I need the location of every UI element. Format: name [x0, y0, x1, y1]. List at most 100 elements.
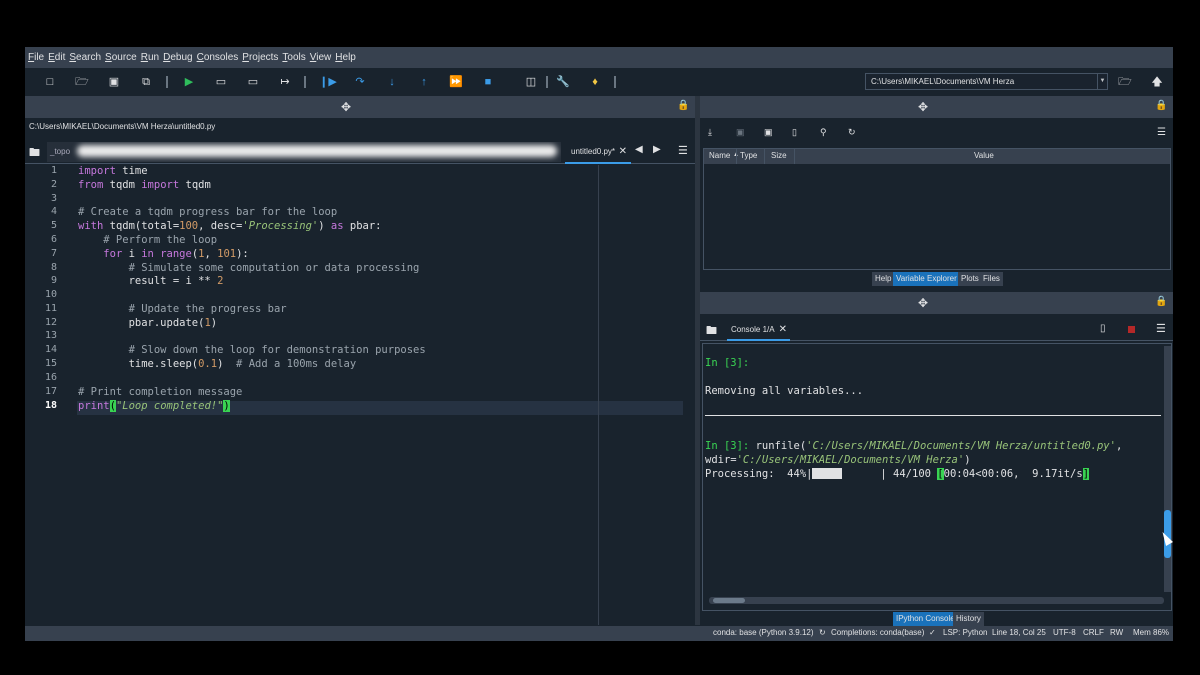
main-toolbar: □ 🗁 ▣ ⧉ ▶ ▭ ▭ ↦ ❙▶ ↷ ↓ ↑ ⏩ ■ ◫ 🔧 ♦ C:\Us…: [25, 68, 1173, 96]
editor-file-path: C:\Users\MIKAEL\Documents\VM Herza\untit…: [25, 118, 695, 136]
refresh-icon[interactable]: ↻: [848, 127, 856, 138]
browse-directory-icon[interactable]: 🗁: [1118, 75, 1132, 89]
open-file-icon[interactable]: 🗁: [75, 75, 89, 89]
menu-tools[interactable]: Tools: [282, 52, 305, 63]
menu-consoles[interactable]: Consoles: [197, 52, 239, 63]
code-text: tqdm: [103, 179, 142, 191]
continue-icon[interactable]: ⏩: [449, 75, 463, 89]
import-data-icon[interactable]: ⤓: [708, 127, 712, 138]
code-editor[interactable]: 1 2 3 4 5 6 7 8 9 10 11 12 13 14 15 16 1…: [25, 165, 695, 625]
code-line-5: with tqdm(total=100, desc='Processing') …: [78, 220, 382, 232]
run-selection-icon[interactable]: ↦: [278, 75, 292, 89]
browse-tabs-icon[interactable]: 🖿: [706, 322, 717, 341]
variable-table-header: Name ▲ Type Size Value: [704, 149, 1170, 164]
new-file-icon[interactable]: □: [43, 75, 57, 89]
code-line-1: import time: [78, 165, 148, 177]
step-return-icon[interactable]: ↑: [417, 75, 431, 89]
hamburger-menu-icon[interactable]: ☰: [678, 144, 688, 157]
tab-label: untitled0.py*: [571, 147, 616, 156]
column-name[interactable]: Name: [709, 151, 730, 160]
close-icon[interactable]: ✕: [779, 320, 787, 340]
tab-help[interactable]: Help: [872, 272, 895, 286]
run-cell-advance-icon[interactable]: ▭: [246, 75, 260, 89]
line-number: 8: [50, 262, 57, 273]
tab-scroll-left-icon[interactable]: ◀: [635, 144, 643, 155]
console-input-line: In [3]: runfile('C:/Users/MIKAEL/Documen…: [705, 440, 1122, 452]
code-text: ): [217, 358, 237, 370]
python-path-icon[interactable]: ♦: [588, 75, 602, 89]
move-pane-icon[interactable]: ✥: [918, 296, 928, 310]
lock-icon[interactable]: 🔒: [1155, 100, 1167, 111]
search-icon[interactable]: ⚲: [820, 127, 827, 138]
stop-kernel-icon[interactable]: [1128, 326, 1135, 333]
line-number: 2: [50, 179, 57, 190]
tab-console-1a[interactable]: Console 1/A ✕: [727, 320, 790, 341]
line-number: 11: [44, 303, 57, 314]
menu-help[interactable]: Help: [335, 52, 356, 63]
tab-scroll-right-icon[interactable]: ▶: [653, 144, 661, 155]
status-eol: CRLF: [1083, 628, 1104, 637]
chevron-down-icon[interactable]: ▼: [1097, 74, 1107, 89]
menu-projects[interactable]: Projects: [242, 52, 278, 63]
menu-run[interactable]: Run: [141, 52, 159, 63]
menu-file[interactable]: File: [28, 52, 44, 63]
menu-edit[interactable]: Edit: [48, 52, 65, 63]
run-icon[interactable]: ▶: [182, 75, 196, 89]
line-number: 12: [44, 317, 57, 328]
scrollbar-thumb[interactable]: [713, 598, 745, 603]
column-size[interactable]: Size: [771, 151, 787, 160]
step-over-icon[interactable]: ↷: [353, 75, 367, 89]
redaction-blur: [77, 145, 557, 157]
tab-ipython-console[interactable]: IPython Console: [893, 612, 958, 626]
tab-untitled0[interactable]: untitled0.py* ✕: [565, 142, 631, 164]
debug-icon[interactable]: ❙▶: [319, 75, 337, 89]
working-directory-combo[interactable]: C:\Users\MIKAEL\Documents\VM Herza ▼: [865, 73, 1108, 90]
code-text: tqdm(total=: [103, 220, 180, 232]
column-value[interactable]: Value: [974, 151, 994, 160]
lock-icon[interactable]: 🔒: [1155, 296, 1167, 307]
console-horizontal-scrollbar[interactable]: [709, 597, 1164, 604]
lock-icon[interactable]: 🔒: [677, 100, 689, 111]
move-pane-icon[interactable]: ✥: [918, 100, 928, 114]
maximize-pane-icon[interactable]: ◫: [524, 75, 538, 89]
run-cell-icon[interactable]: ▭: [214, 75, 228, 89]
save-data-as-icon[interactable]: ▣: [764, 127, 773, 138]
stop-debug-icon[interactable]: ■: [481, 75, 495, 89]
menu-view[interactable]: View: [310, 52, 332, 63]
pane-splitter[interactable]: [695, 96, 700, 625]
remove-all-icon[interactable]: ▯: [792, 127, 797, 138]
status-rw: RW: [1110, 628, 1124, 637]
tab-blurred[interactable]: _topo: [47, 142, 561, 162]
column-type[interactable]: Type: [740, 151, 757, 160]
save-all-icon[interactable]: ⧉: [139, 75, 153, 89]
console-vertical-scrollbar[interactable]: [1164, 346, 1171, 592]
menu-debug[interactable]: Debug: [163, 52, 192, 63]
menu-search[interactable]: Search: [69, 52, 101, 63]
menu-source[interactable]: Source: [105, 52, 137, 63]
hamburger-menu-icon[interactable]: ☰: [1157, 127, 1166, 138]
ipython-console[interactable]: In [3]: Removing all variables... In [3]…: [702, 343, 1172, 611]
variable-table[interactable]: Name ▲ Type Size Value: [703, 148, 1171, 270]
console-prompt: In [3]:: [705, 440, 750, 452]
parent-directory-icon[interactable]: 🡅: [1150, 75, 1164, 89]
move-pane-icon[interactable]: ✥: [341, 100, 351, 114]
browse-tabs-icon[interactable]: 🖿: [29, 144, 43, 159]
clear-console-icon[interactable]: ▯: [1100, 323, 1106, 334]
hamburger-menu-icon[interactable]: ☰: [1156, 322, 1166, 335]
tab-variable-explorer[interactable]: Variable Explorer: [893, 272, 960, 286]
line-number: 10: [44, 289, 57, 300]
console-header: ✥ 🔒: [700, 292, 1173, 314]
keyword: import: [78, 165, 116, 177]
tab-files[interactable]: Files: [980, 272, 1003, 286]
line-number: 9: [50, 275, 57, 286]
step-into-icon[interactable]: ↓: [385, 75, 399, 89]
save-data-icon[interactable]: ▣: [736, 127, 745, 138]
preferences-wrench-icon[interactable]: 🔧: [556, 75, 570, 89]
tab-plots[interactable]: Plots: [958, 272, 982, 286]
tab-history[interactable]: History: [953, 612, 984, 626]
save-icon[interactable]: ▣: [107, 75, 121, 89]
close-icon[interactable]: ✕: [619, 142, 627, 162]
code-text: pbar.update(: [78, 317, 205, 329]
editor-scrollbar[interactable]: [687, 165, 695, 625]
